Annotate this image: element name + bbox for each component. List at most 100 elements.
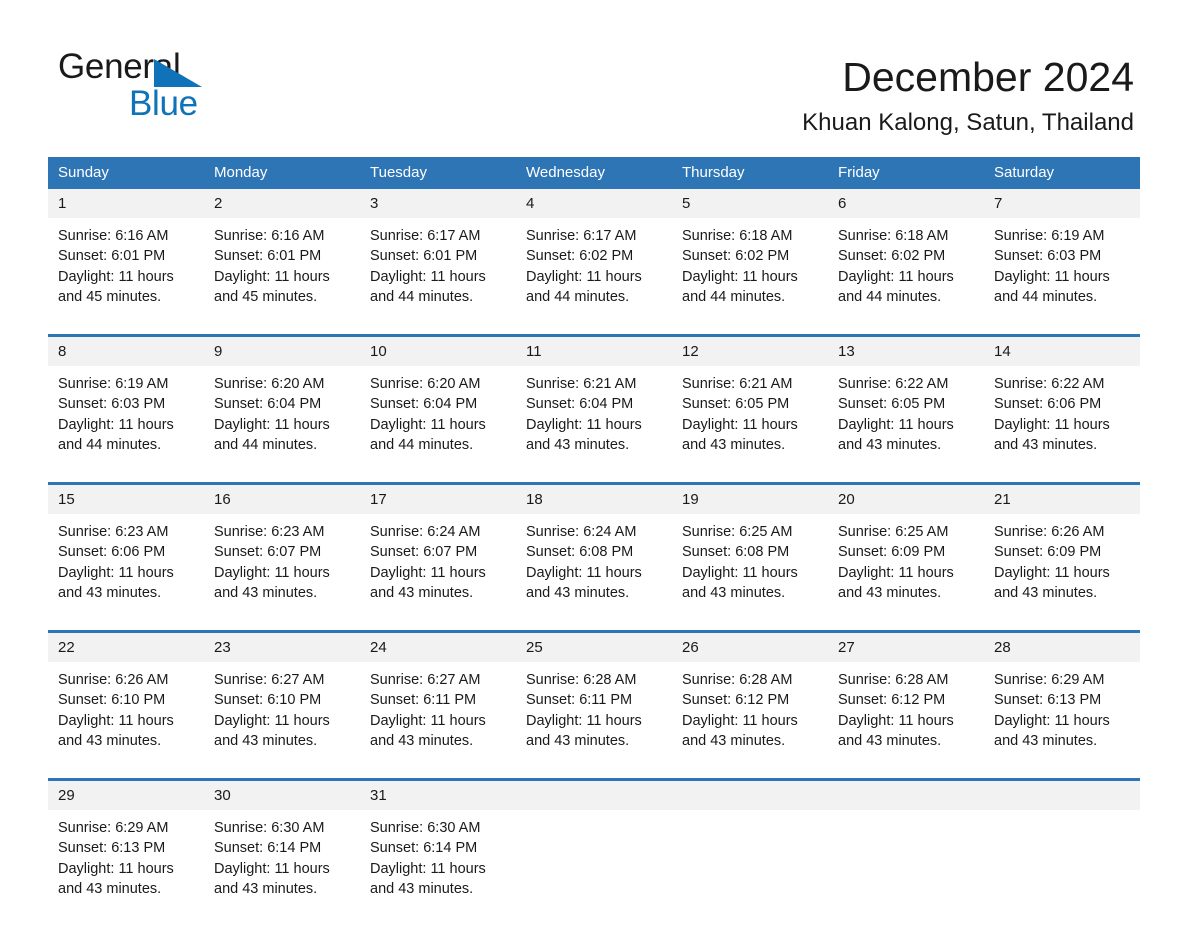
sunrise-text: Sunrise: 6:28 AM (526, 672, 637, 688)
daylight-text: Daylight: 11 hours and 44 minutes. (526, 268, 642, 305)
daylight-text: Daylight: 11 hours and 43 minutes. (526, 564, 642, 601)
sunrise-text: Sunrise: 6:27 AM (370, 672, 481, 688)
sunset-text: Sunset: 6:09 PM (838, 544, 946, 561)
day-number: 25 (516, 630, 672, 662)
day-number: 2 (204, 189, 360, 218)
sunrise-text: Sunrise: 6:30 AM (370, 820, 481, 836)
week-daynum-row: 29 30 31 (48, 778, 1140, 810)
daylight-text: Daylight: 11 hours and 45 minutes. (214, 268, 330, 305)
sunset-text: Sunset: 6:05 PM (838, 396, 946, 413)
day-cell: Sunrise: 6:29 AM Sunset: 6:13 PM Dayligh… (48, 810, 204, 926)
daylight-text: Daylight: 11 hours and 43 minutes. (994, 416, 1110, 453)
day-number: 30 (204, 778, 360, 810)
weekday-header-friday: Friday (828, 157, 984, 189)
daylight-text: Daylight: 11 hours and 43 minutes. (214, 860, 330, 897)
week-daynum-row: 15 16 17 18 19 20 21 (48, 482, 1140, 514)
day-cell: Sunrise: 6:23 AM Sunset: 6:07 PM Dayligh… (204, 514, 360, 632)
day-number: 22 (48, 630, 204, 662)
daylight-text: Daylight: 11 hours and 43 minutes. (214, 712, 330, 749)
day-cell: Sunrise: 6:18 AM Sunset: 6:02 PM Dayligh… (672, 218, 828, 336)
sunrise-text: Sunrise: 6:17 AM (526, 228, 637, 244)
week-detail-row: Sunrise: 6:29 AM Sunset: 6:13 PM Dayligh… (48, 810, 1140, 926)
sunset-text: Sunset: 6:01 PM (214, 248, 322, 265)
day-cell: Sunrise: 6:18 AM Sunset: 6:02 PM Dayligh… (828, 218, 984, 336)
week-detail-row: Sunrise: 6:23 AM Sunset: 6:06 PM Dayligh… (48, 514, 1140, 632)
day-number: 1 (48, 189, 204, 218)
day-number: 4 (516, 189, 672, 218)
sunrise-text: Sunrise: 6:29 AM (58, 820, 169, 836)
sunrise-text: Sunrise: 6:19 AM (58, 376, 169, 392)
day-cell: Sunrise: 6:20 AM Sunset: 6:04 PM Dayligh… (204, 366, 360, 484)
day-number: 31 (360, 778, 516, 810)
day-number: 21 (984, 482, 1140, 514)
day-number: 6 (828, 189, 984, 218)
day-number: 27 (828, 630, 984, 662)
sunrise-text: Sunrise: 6:27 AM (214, 672, 325, 688)
sunrise-text: Sunrise: 6:26 AM (58, 672, 169, 688)
sunset-text: Sunset: 6:01 PM (370, 248, 478, 265)
day-cell: Sunrise: 6:28 AM Sunset: 6:12 PM Dayligh… (828, 662, 984, 780)
day-number: 14 (984, 334, 1140, 366)
day-number: 11 (516, 334, 672, 366)
day-number: 19 (672, 482, 828, 514)
daylight-text: Daylight: 11 hours and 43 minutes. (58, 860, 174, 897)
day-cell-empty (828, 810, 984, 926)
day-cell: Sunrise: 6:24 AM Sunset: 6:08 PM Dayligh… (516, 514, 672, 632)
day-number: 9 (204, 334, 360, 366)
day-number: 12 (672, 334, 828, 366)
daylight-text: Daylight: 11 hours and 44 minutes. (682, 268, 798, 305)
calendar-header-row: Sunday Monday Tuesday Wednesday Thursday… (48, 157, 1140, 189)
day-cell: Sunrise: 6:26 AM Sunset: 6:10 PM Dayligh… (48, 662, 204, 780)
sunrise-text: Sunrise: 6:16 AM (58, 228, 169, 244)
sunrise-text: Sunrise: 6:28 AM (682, 672, 793, 688)
sunset-text: Sunset: 6:10 PM (58, 692, 166, 709)
daylight-text: Daylight: 11 hours and 44 minutes. (370, 416, 486, 453)
day-number: 23 (204, 630, 360, 662)
day-cell-empty (672, 810, 828, 926)
day-cell-empty (984, 810, 1140, 926)
day-number: 17 (360, 482, 516, 514)
day-cell: Sunrise: 6:26 AM Sunset: 6:09 PM Dayligh… (984, 514, 1140, 632)
daylight-text: Daylight: 11 hours and 44 minutes. (370, 268, 486, 305)
daylight-text: Daylight: 11 hours and 43 minutes. (682, 416, 798, 453)
day-cell: Sunrise: 6:30 AM Sunset: 6:14 PM Dayligh… (360, 810, 516, 926)
day-number: 28 (984, 630, 1140, 662)
daylight-text: Daylight: 11 hours and 43 minutes. (838, 712, 954, 749)
day-cell: Sunrise: 6:19 AM Sunset: 6:03 PM Dayligh… (48, 366, 204, 484)
sunrise-text: Sunrise: 6:17 AM (370, 228, 481, 244)
logo-triangle-icon (154, 59, 202, 87)
sunset-text: Sunset: 6:08 PM (682, 544, 790, 561)
day-number: 16 (204, 482, 360, 514)
daylight-text: Daylight: 11 hours and 43 minutes. (682, 712, 798, 749)
daylight-text: Daylight: 11 hours and 43 minutes. (838, 564, 954, 601)
sunset-text: Sunset: 6:04 PM (526, 396, 634, 413)
day-number: 8 (48, 334, 204, 366)
generalblue-logo: General Blue (58, 48, 358, 128)
daylight-text: Daylight: 11 hours and 43 minutes. (526, 416, 642, 453)
sunrise-text: Sunrise: 6:18 AM (838, 228, 949, 244)
daylight-text: Daylight: 11 hours and 43 minutes. (682, 564, 798, 601)
day-cell: Sunrise: 6:30 AM Sunset: 6:14 PM Dayligh… (204, 810, 360, 926)
sunset-text: Sunset: 6:05 PM (682, 396, 790, 413)
day-cell-empty (516, 810, 672, 926)
daylight-text: Daylight: 11 hours and 43 minutes. (838, 416, 954, 453)
sunset-text: Sunset: 6:12 PM (838, 692, 946, 709)
sunset-text: Sunset: 6:11 PM (370, 692, 477, 709)
sunrise-text: Sunrise: 6:29 AM (994, 672, 1105, 688)
day-cell: Sunrise: 6:22 AM Sunset: 6:05 PM Dayligh… (828, 366, 984, 484)
day-number: 13 (828, 334, 984, 366)
day-cell: Sunrise: 6:19 AM Sunset: 6:03 PM Dayligh… (984, 218, 1140, 336)
sunrise-text: Sunrise: 6:28 AM (838, 672, 949, 688)
sunrise-text: Sunrise: 6:20 AM (214, 376, 325, 392)
weekday-header-wednesday: Wednesday (516, 157, 672, 189)
sunrise-text: Sunrise: 6:26 AM (994, 524, 1105, 540)
page-header: General Blue December 2024 Khuan Kalong,… (0, 0, 1188, 157)
day-cell: Sunrise: 6:28 AM Sunset: 6:12 PM Dayligh… (672, 662, 828, 780)
day-cell: Sunrise: 6:22 AM Sunset: 6:06 PM Dayligh… (984, 366, 1140, 484)
location-subtitle: Khuan Kalong, Satun, Thailand (802, 109, 1134, 136)
sunrise-text: Sunrise: 6:20 AM (370, 376, 481, 392)
week-detail-row: Sunrise: 6:19 AM Sunset: 6:03 PM Dayligh… (48, 366, 1140, 484)
week-detail-row: Sunrise: 6:16 AM Sunset: 6:01 PM Dayligh… (48, 218, 1140, 336)
daylight-text: Daylight: 11 hours and 43 minutes. (994, 712, 1110, 749)
sunset-text: Sunset: 6:13 PM (58, 840, 166, 857)
